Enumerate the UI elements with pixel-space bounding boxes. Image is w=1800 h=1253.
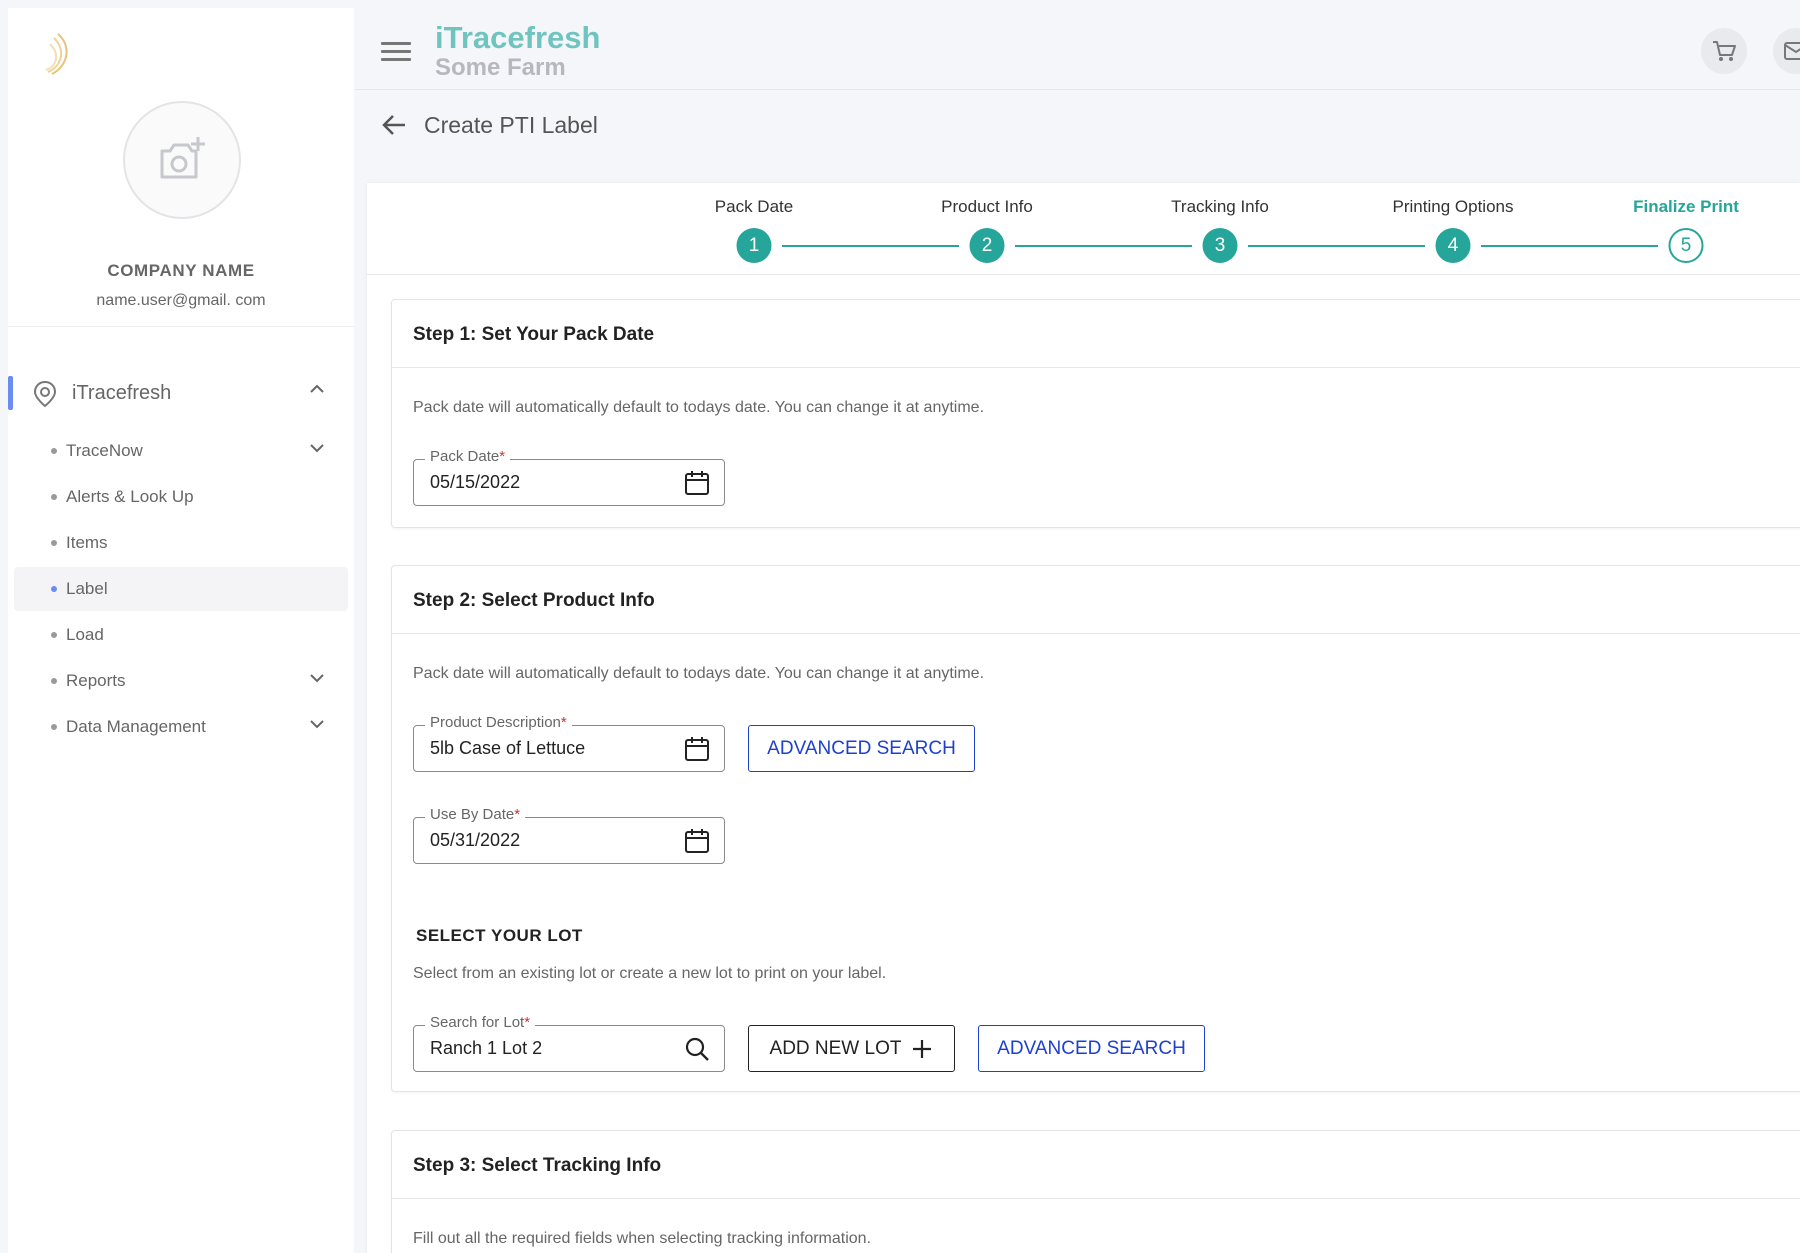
bullet-icon xyxy=(51,678,57,684)
use-by-date-label: Use By Date* xyxy=(425,806,526,823)
sidebar-item-alerts[interactable]: Alerts & Look Up xyxy=(14,475,348,519)
search-lot-value[interactable]: Ranch 1 Lot 2 xyxy=(430,1038,542,1059)
calendar-icon[interactable] xyxy=(684,470,710,496)
company-name: COMPANY NAME xyxy=(107,261,255,280)
step1-description: Pack date will automatically default to … xyxy=(413,399,985,416)
sidebar-item-load[interactable]: Load xyxy=(14,613,348,657)
chevron-down-icon[interactable] xyxy=(309,673,325,683)
sidebar: COMPANY NAME name.user@gmail. com iTrace… xyxy=(8,8,354,1253)
avatar-upload[interactable] xyxy=(123,101,241,219)
step2-description: Pack date will automatically default to … xyxy=(413,665,985,682)
step-label-pack-date[interactable]: Pack Date xyxy=(715,197,793,217)
mail-button[interactable] xyxy=(1773,28,1800,74)
step-label-product-info[interactable]: Product Info xyxy=(941,197,1033,217)
step-label-tracking-info[interactable]: Tracking Info xyxy=(1171,197,1269,217)
back-arrow-icon[interactable] xyxy=(381,113,407,137)
step-connector xyxy=(1481,245,1658,247)
top-bar: iTracefresh Some Farm xyxy=(355,8,1800,90)
use-by-date-value[interactable]: 05/31/2022 xyxy=(430,830,520,851)
bullet-icon xyxy=(51,632,57,638)
select-lot-description: Select from an existing lot or create a … xyxy=(413,965,887,982)
search-lot-field[interactable]: Search for Lot* Ranch 1 Lot 2 xyxy=(413,1014,725,1072)
chevron-up-icon[interactable] xyxy=(309,384,325,394)
pack-date-field[interactable]: Pack Date* 05/15/2022 xyxy=(413,448,725,506)
camera-add-icon xyxy=(160,137,205,179)
product-description-label: Product Description* xyxy=(425,714,572,731)
step3-title: Step 3: Select Tracking Info xyxy=(392,1131,1800,1199)
use-by-date-field[interactable]: Use By Date* 05/31/2022 xyxy=(413,806,725,864)
select-lot-title: SELECT YOUR LOT xyxy=(416,926,583,945)
sidebar-item-label: Items xyxy=(66,533,108,552)
step-circle-4[interactable]: 4 xyxy=(1435,228,1471,263)
chevron-down-icon[interactable] xyxy=(309,443,325,453)
active-section-indicator xyxy=(8,376,13,410)
step-connector xyxy=(1015,245,1192,247)
sidebar-item-reports[interactable]: Reports xyxy=(14,659,348,703)
user-email: name.user@gmail. com xyxy=(96,292,266,309)
plus-icon xyxy=(913,1039,932,1058)
cart-button[interactable] xyxy=(1701,28,1747,74)
menu-icon[interactable] xyxy=(381,42,411,62)
mail-icon xyxy=(1784,42,1800,60)
product-description-field[interactable]: Product Description* 5lb Case of Lettuce xyxy=(413,714,725,772)
bullet-icon xyxy=(51,448,57,454)
sidebar-item-label: TraceNow xyxy=(66,441,143,460)
sidebar-divider xyxy=(8,326,354,327)
step1-card: Step 1: Set Your Pack Date Pack date wil… xyxy=(391,299,1800,528)
calendar-icon[interactable] xyxy=(684,736,710,762)
sidebar-item-items[interactable]: Items xyxy=(14,521,348,565)
sidebar-item-label-page[interactable]: Label xyxy=(14,567,348,611)
step3-card: Step 3: Select Tracking Info Fill out al… xyxy=(391,1130,1800,1253)
step-connector xyxy=(1248,245,1425,247)
bullet-icon xyxy=(51,724,57,730)
step2-card: Step 2: Select Product Info Pack date wi… xyxy=(391,565,1800,1092)
search-icon[interactable] xyxy=(684,1036,710,1062)
sidebar-item-label: Alerts & Look Up xyxy=(66,487,194,506)
pack-date-value[interactable]: 05/15/2022 xyxy=(430,472,520,493)
sidebar-item-label: Label xyxy=(66,579,108,598)
bullet-icon xyxy=(51,494,57,500)
cart-icon xyxy=(1713,41,1736,61)
product-description-value[interactable]: 5lb Case of Lettuce xyxy=(430,738,585,759)
step-connector xyxy=(782,245,959,247)
step3-description: Fill out all the required fields when se… xyxy=(413,1230,872,1247)
sidebar-item-label: Load xyxy=(66,625,104,644)
sidebar-item-tracenow[interactable]: TraceNow xyxy=(14,429,348,473)
farm-name: Some Farm xyxy=(435,54,566,81)
chevron-down-icon[interactable] xyxy=(309,719,325,729)
product-advanced-search-button[interactable]: ADVANCED SEARCH xyxy=(748,725,975,772)
step-circle-3[interactable]: 3 xyxy=(1202,228,1238,263)
app-logo-icon[interactable] xyxy=(38,30,78,80)
sidebar-item-label: Data Management xyxy=(66,717,206,736)
sidebar-item-data-management[interactable]: Data Management xyxy=(14,705,348,749)
bullet-icon xyxy=(51,586,57,592)
page-title: Create PTI Label xyxy=(424,112,598,138)
sidebar-section-label: iTracefresh xyxy=(72,382,172,404)
step-label-finalize-print[interactable]: Finalize Print xyxy=(1633,197,1739,217)
pack-date-label: Pack Date* xyxy=(425,448,511,465)
sidebar-item-label: Reports xyxy=(66,671,126,690)
add-new-lot-label: ADD NEW LOT xyxy=(769,1037,902,1059)
brand-name: iTracefresh xyxy=(435,20,601,55)
main-content: Pack Date Product Info Tracking Info Pri… xyxy=(367,183,1800,1253)
bullet-icon xyxy=(51,540,57,546)
lot-advanced-search-button[interactable]: ADVANCED SEARCH xyxy=(978,1025,1205,1072)
progress-stepper: Pack Date Product Info Tracking Info Pri… xyxy=(367,183,1800,275)
location-pin-icon xyxy=(33,380,57,408)
step-circle-5[interactable]: 5 xyxy=(1668,228,1704,263)
step1-title: Step 1: Set Your Pack Date xyxy=(392,300,1800,368)
step-circle-1[interactable]: 1 xyxy=(736,228,772,263)
add-new-lot-button[interactable]: ADD NEW LOT xyxy=(748,1025,955,1072)
calendar-icon[interactable] xyxy=(684,828,710,854)
search-lot-label: Search for Lot* xyxy=(425,1014,536,1031)
sidebar-section-itracefresh[interactable]: iTracefresh xyxy=(8,370,354,416)
step-label-printing-options[interactable]: Printing Options xyxy=(1393,197,1514,217)
step-circle-2[interactable]: 2 xyxy=(969,228,1005,263)
step2-title: Step 2: Select Product Info xyxy=(392,566,1800,634)
